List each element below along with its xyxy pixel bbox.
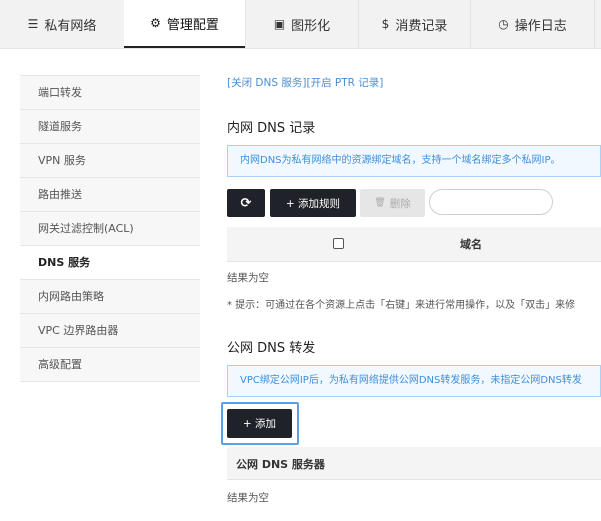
refresh-icon: ⟳ bbox=[240, 195, 252, 211]
tab-operation-log[interactable]: ◷ 操作日志 bbox=[471, 0, 594, 48]
open-ptr-link[interactable]: [开启 PTR 记录] bbox=[306, 77, 383, 89]
public-dns-info: VPC绑定公网IP后，为私有网络提供公网DNS转发服务，未指定公网DNS转发 bbox=[227, 365, 601, 397]
internal-dns-info: 内网DNS为私有网络中的资源绑定域名，支持一个域名绑定多个私网IP。 bbox=[227, 145, 601, 177]
usage-hint: * 提示：可通过在各个资源上点击「右键」来进行常用操作，以及「双击」来修 bbox=[227, 300, 576, 311]
gears-icon: ⚙ bbox=[150, 16, 161, 30]
tab-divider bbox=[594, 0, 595, 48]
list-icon: ☰ bbox=[27, 17, 39, 31]
public-dns-title: 公网 DNS 转发 bbox=[227, 341, 316, 356]
sidebar-item-route-push[interactable]: 路由推送 bbox=[20, 178, 200, 212]
tab-billing-records[interactable]: $ 消费记录 bbox=[359, 0, 470, 48]
tab-label: 图形化 bbox=[291, 18, 331, 34]
sidebar-item-gateway-acl[interactable]: 网关过滤控制(ACL) bbox=[20, 212, 200, 246]
sidebar-item-dns-service[interactable]: DNS 服务 bbox=[20, 246, 200, 280]
tab-management-config[interactable]: ⚙ 管理配置 bbox=[124, 0, 245, 48]
sidebar-item-vpn-service[interactable]: VPN 服务 bbox=[20, 144, 200, 178]
close-dns-link[interactable]: [关闭 DNS 服务] bbox=[227, 77, 306, 89]
public-dns-empty-text: 结果为空 bbox=[227, 492, 269, 504]
tab-label: 管理配置 bbox=[166, 17, 219, 33]
tab-private-network[interactable]: ☰ 私有网络 bbox=[0, 0, 124, 48]
tab-label: 消费记录 bbox=[395, 18, 448, 34]
trash-icon: 🗑 bbox=[374, 198, 386, 208]
tab-label: 私有网络 bbox=[44, 18, 97, 34]
sidebar-item-advanced-config[interactable]: 高级配置 bbox=[20, 348, 200, 382]
delete-label: 删除 bbox=[389, 197, 411, 210]
public-dns-table-header: 公网 DNS 服务器 bbox=[227, 447, 601, 480]
clock-icon: ◷ bbox=[498, 17, 509, 31]
internal-dns-table-header: 域名 bbox=[227, 227, 601, 262]
select-all-checkbox[interactable] bbox=[333, 238, 344, 249]
image-icon: ▣ bbox=[273, 17, 286, 31]
dollar-icon: $ bbox=[381, 17, 390, 31]
tab-graphical[interactable]: ▣ 图形化 bbox=[246, 0, 358, 48]
sidebar-item-port-forwarding[interactable]: 端口转发 bbox=[20, 75, 200, 110]
internal-dns-title: 内网 DNS 记录 bbox=[227, 121, 316, 136]
column-header-public-dns-server: 公网 DNS 服务器 bbox=[236, 458, 325, 471]
sidebar-item-internal-route-policy[interactable]: 内网路由策略 bbox=[20, 280, 200, 314]
sidebar-nav: 端口转发 隧道服务 VPN 服务 路由推送 网关过滤控制(ACL) DNS 服务… bbox=[20, 75, 200, 382]
sidebar-item-tunnel-service[interactable]: 隧道服务 bbox=[20, 110, 200, 144]
delete-button[interactable]: 🗑 删除 bbox=[360, 189, 425, 217]
tab-label: 操作日志 bbox=[514, 18, 567, 34]
add-rule-button[interactable]: + 添加规则 bbox=[270, 189, 356, 217]
top-tab-bar: ☰ 私有网络 ⚙ 管理配置 ▣ 图形化 $ 消费记录 ◷ 操作日志 bbox=[0, 0, 601, 49]
refresh-button[interactable]: ⟳ bbox=[227, 189, 265, 217]
column-header-domain: 域名 bbox=[460, 238, 482, 251]
search-input[interactable] bbox=[429, 189, 553, 215]
add-public-dns-button[interactable]: + 添加 bbox=[227, 409, 292, 438]
dns-action-links: [关闭 DNS 服务][开启 PTR 记录] bbox=[227, 75, 383, 90]
internal-dns-empty-text: 结果为空 bbox=[227, 272, 269, 284]
sidebar-item-vpc-border-router[interactable]: VPC 边界路由器 bbox=[20, 314, 200, 348]
